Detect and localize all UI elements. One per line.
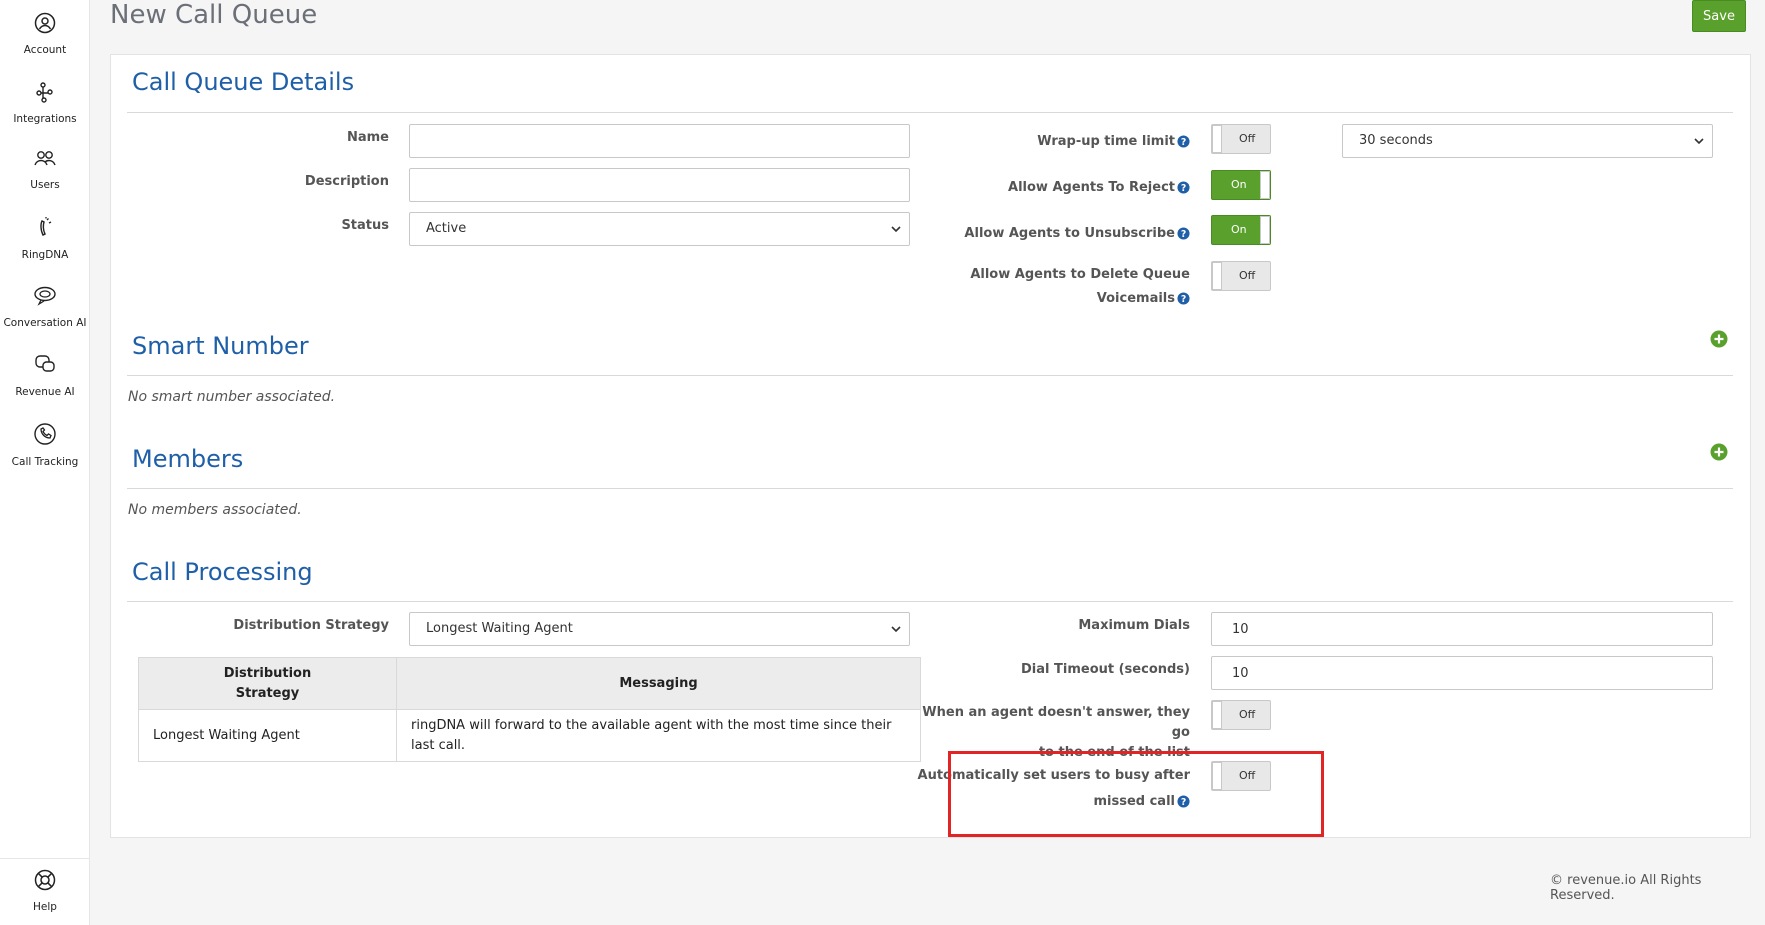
section-divider: [127, 601, 1733, 602]
maximum-dials-label: Maximum Dials: [1078, 618, 1190, 633]
revenue-ai-icon: [35, 355, 55, 372]
wrapup-label: Wrap-up time limit?: [940, 130, 1190, 154]
sidebar-item-label: RingDNA: [21, 249, 69, 261]
sidebar-item-help[interactable]: Help: [0, 869, 90, 913]
footer-copyright: © revenue.io All Rights Reserved.: [1550, 873, 1702, 903]
section-divider: [127, 112, 1733, 113]
sidebar-item-label: Call Tracking: [11, 456, 79, 468]
sidebar-item-call-tracking[interactable]: Call Tracking: [0, 422, 90, 468]
members-empty-text: No members associated.: [128, 502, 302, 518]
distribution-strategy-table: Distribution Strategy Messaging Longest …: [138, 657, 921, 762]
sidebar-item-revenue-ai[interactable]: Revenue AI: [0, 354, 90, 398]
add-smart-number-icon[interactable]: [1710, 330, 1728, 348]
dial-timeout-label: Dial Timeout (seconds): [1021, 662, 1190, 677]
svg-text:?: ?: [1181, 229, 1186, 240]
chevron-down-icon: [1694, 138, 1704, 145]
sidebar-item-label: Revenue AI: [15, 386, 75, 398]
sidebar-item-users[interactable]: Users: [0, 149, 90, 191]
section-title-smart-number: Smart Number: [132, 332, 309, 360]
distribution-strategy-value: Longest Waiting Agent: [426, 621, 573, 636]
smart-number-empty-text: No smart number associated.: [128, 389, 336, 405]
status-select[interactable]: Active: [409, 212, 910, 246]
table-row: Longest Waiting Agent ringDNA will forwa…: [138, 709, 921, 762]
sidebar-item-integrations[interactable]: Integrations: [0, 81, 90, 125]
no-answer-toggle[interactable]: Off: [1211, 700, 1271, 730]
svg-text:?: ?: [1181, 294, 1186, 305]
wrapup-toggle[interactable]: Off: [1211, 124, 1271, 154]
section-divider: [127, 488, 1733, 489]
wrapup-time-value: 30 seconds: [1359, 133, 1433, 148]
highlight-box: [948, 751, 1324, 837]
conversation-ai-icon: [34, 286, 56, 306]
ringdna-icon: [40, 217, 52, 236]
save-button[interactable]: Save: [1692, 0, 1746, 32]
description-input[interactable]: [409, 168, 910, 202]
table-cell-strategy: Longest Waiting Agent: [138, 709, 397, 762]
sidebar-item-conversation-ai[interactable]: Conversation AI: [0, 285, 90, 329]
allow-delete-voicemails-label: Allow Agents to Delete Queue Voicemails?: [970, 267, 1190, 306]
name-input[interactable]: [409, 124, 910, 158]
add-member-icon[interactable]: [1710, 443, 1728, 461]
wrapup-time-select[interactable]: 30 seconds: [1342, 124, 1713, 158]
sidebar-item-label: Users: [30, 179, 60, 191]
sidebar: Account Integrations Users RingDNA Conve…: [0, 0, 90, 925]
chevron-down-icon: [891, 626, 901, 633]
distribution-strategy-label: Distribution Strategy: [233, 618, 389, 633]
sidebar-item-label: Conversation AI: [3, 317, 87, 329]
section-title-call-queue-details: Call Queue Details: [132, 68, 355, 96]
allow-unsubscribe-toggle[interactable]: On: [1211, 215, 1271, 245]
section-title-call-processing: Call Processing: [132, 558, 313, 586]
sidebar-item-ringdna[interactable]: RingDNA: [0, 217, 90, 261]
section-divider: [127, 375, 1733, 376]
table-cell-messaging: ringDNA will forward to the available ag…: [396, 709, 921, 762]
help-icon[interactable]: ?: [1177, 181, 1190, 194]
sidebar-item-label: Integrations: [13, 113, 77, 125]
help-icon[interactable]: ?: [1177, 135, 1190, 148]
distribution-strategy-select[interactable]: Longest Waiting Agent: [409, 612, 910, 646]
dial-timeout-input[interactable]: [1211, 656, 1713, 690]
help-icon[interactable]: ?: [1177, 227, 1190, 240]
maximum-dials-input[interactable]: [1211, 612, 1713, 646]
sidebar-item-label: Account: [23, 44, 67, 56]
lifebuoy-icon: [34, 869, 56, 891]
table-header-messaging: Messaging: [396, 657, 921, 710]
call-tracking-icon: [34, 423, 56, 445]
page-title: New Call Queue: [110, 0, 318, 30]
name-label: Name: [346, 130, 389, 145]
svg-text:?: ?: [1181, 137, 1186, 148]
description-label: Description: [304, 174, 389, 189]
sidebar-item-account[interactable]: Account: [0, 12, 90, 56]
sidebar-item-label: Help: [33, 901, 57, 913]
allow-reject-label: Allow Agents To Reject?: [900, 176, 1190, 200]
section-title-members: Members: [132, 445, 244, 473]
integrations-icon: [36, 82, 53, 103]
status-select-value: Active: [426, 221, 467, 236]
users-icon: [34, 151, 56, 166]
help-icon[interactable]: ?: [1177, 292, 1190, 305]
allow-delete-voicemails-toggle[interactable]: Off: [1211, 261, 1271, 291]
table-header-strategy: Distribution Strategy: [138, 657, 397, 710]
account-icon: [34, 12, 56, 34]
table-header-row: Distribution Strategy Messaging: [138, 657, 921, 710]
sidebar-bottom: Help: [0, 858, 90, 925]
allow-unsubscribe-label: Allow Agents to Unsubscribe?: [900, 222, 1190, 246]
allow-reject-toggle[interactable]: On: [1211, 170, 1271, 200]
status-label: Status: [341, 218, 389, 233]
svg-text:?: ?: [1181, 183, 1186, 194]
